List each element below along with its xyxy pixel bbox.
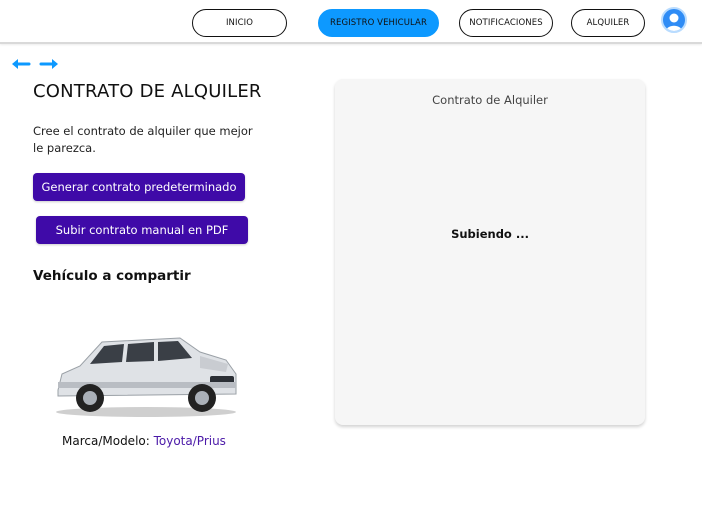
top-navbar: INICIO REGISTRO VEHICULAR NOTIFICACIONES… xyxy=(0,0,702,44)
nav-registro-vehicular-button[interactable]: REGISTRO VEHICULAR xyxy=(318,9,439,37)
contract-panel-title: Contrato de Alquiler xyxy=(432,93,548,107)
vehicle-section-title: Vehículo a compartir xyxy=(33,268,191,284)
page-description: Cree el contrato de alquiler que mejor l… xyxy=(33,124,253,155)
nav-inicio-button[interactable]: INICIO xyxy=(192,9,287,37)
vehicle-brand-model-label: Marca/Modelo: xyxy=(62,434,154,448)
nav-notificaciones-button[interactable]: NOTIFICACIONES xyxy=(459,9,553,37)
arrow-right-icon[interactable] xyxy=(39,56,61,72)
vehicle-brand-model-value: Toyota/Prius xyxy=(153,434,226,448)
contract-preview-panel: Contrato de Alquiler Subiendo ... xyxy=(335,79,645,425)
nav-alquiler-button[interactable]: ALQUILER xyxy=(571,9,645,37)
vehicle-image xyxy=(56,337,237,417)
user-avatar-icon[interactable] xyxy=(661,7,687,33)
upload-status-text: Subiendo ... xyxy=(451,227,529,241)
upload-pdf-contract-button[interactable]: Subir contrato manual en PDF xyxy=(36,216,248,244)
page-title: CONTRATO DE ALQUILER xyxy=(33,81,262,102)
arrow-left-icon[interactable] xyxy=(9,56,31,72)
generate-default-contract-button[interactable]: Generar contrato predeterminado xyxy=(33,173,245,201)
vehicle-brand-model: Marca/Modelo: Toyota/Prius xyxy=(62,434,226,448)
